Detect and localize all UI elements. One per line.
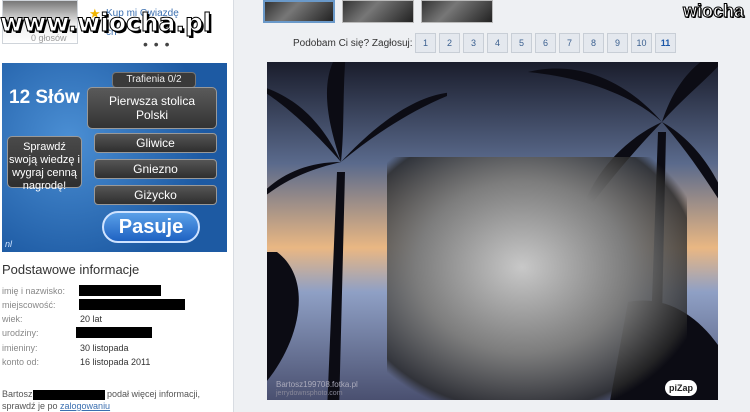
thumbnail-3[interactable] (421, 0, 493, 23)
vote-button-2[interactable]: 2 (439, 33, 460, 53)
info-label-age: wiek: (2, 314, 23, 324)
vote-button-3[interactable]: 3 (463, 33, 484, 53)
vote-button-7[interactable]: 7 (559, 33, 580, 53)
ad-option-3[interactable]: Giżycko (94, 185, 217, 205)
redacted-name (79, 285, 161, 296)
photo-source: jerrydownsphoto.com (276, 390, 343, 397)
photo-watermark: Bartosz199708.fotka.pl (276, 380, 358, 389)
vote-label: Podobam Ci się? Zagłosuj: (293, 38, 413, 49)
info-label-nameday: imieniny: (2, 343, 38, 353)
info-label-joined: konto od: (2, 357, 40, 367)
redacted-surname (32, 389, 105, 400)
photo-thumbnails (263, 0, 493, 23)
pizap-badge: piZap (665, 380, 697, 396)
info-label-name: imię i nazwisko: (2, 286, 66, 296)
ad-option-1[interactable]: Gliwice (94, 133, 217, 153)
vote-button-11[interactable]: 11 (655, 33, 676, 53)
info-value-nameday: 30 listopada (80, 343, 129, 353)
left-column: 0 głosów ★ Kup mi Gwiazdę ch • • • 12 Sł… (0, 0, 234, 412)
login-link[interactable]: zalogowaniu (60, 401, 110, 411)
bio-end: podał więcej informacji, (104, 389, 201, 399)
site-watermark: www.wiocha.pl (0, 8, 212, 38)
vote-button-5[interactable]: 5 (511, 33, 532, 53)
vote-button-10[interactable]: 10 (631, 33, 652, 53)
info-value-joined: 16 listopada 2011 (80, 357, 151, 367)
info-label-city: miejscowość: (2, 300, 56, 310)
info-label-birthday: urodziny: (2, 328, 39, 338)
redacted-birthday (76, 327, 152, 338)
thumbnail-1[interactable] (263, 0, 335, 23)
ad-hits-counter: Trafienia 0/2 (112, 72, 196, 88)
bio-start: Bartosz (2, 389, 33, 399)
more-menu-icon[interactable]: • • • (143, 36, 170, 52)
info-value-age: 20 lat (80, 314, 103, 324)
ad-pass-button[interactable]: Pasuje (102, 211, 200, 243)
quiz-ad[interactable]: 12 Słów Trafienia 0/2 Pierwsza stolica P… (2, 63, 227, 252)
vote-buttons: 1 2 3 4 5 6 7 8 9 10 11 (415, 33, 676, 53)
vote-button-8[interactable]: 8 (583, 33, 604, 53)
ad-promo-text: Sprawdź swoją wiedzę i wygraj cenną nagr… (7, 136, 82, 192)
thumbnail-2[interactable] (342, 0, 414, 23)
info-section-title: Podstawowe informacje (2, 262, 140, 277)
vote-button-9[interactable]: 9 (607, 33, 628, 53)
bio-text: Bartosz podał więcej informacji, (2, 389, 200, 400)
ad-logo: nl (5, 239, 13, 249)
person-figure (387, 157, 687, 400)
bio-line2: sprawdź je po (2, 401, 61, 411)
profile-photo[interactable]: Bartosz199708.fotka.pl jerrydownsphoto.c… (267, 62, 718, 400)
redacted-city (79, 299, 185, 310)
bio-login-line: sprawdź je po zalogowaniu (2, 401, 110, 411)
ad-title: 12 Słów (9, 87, 80, 108)
ad-option-2[interactable]: Gniezno (94, 159, 217, 179)
site-watermark-corner: wiocha (682, 1, 745, 22)
vote-button-4[interactable]: 4 (487, 33, 508, 53)
vote-button-1[interactable]: 1 (415, 33, 436, 53)
vote-button-6[interactable]: 6 (535, 33, 556, 53)
ad-question: Pierwsza stolica Polski (87, 87, 217, 129)
